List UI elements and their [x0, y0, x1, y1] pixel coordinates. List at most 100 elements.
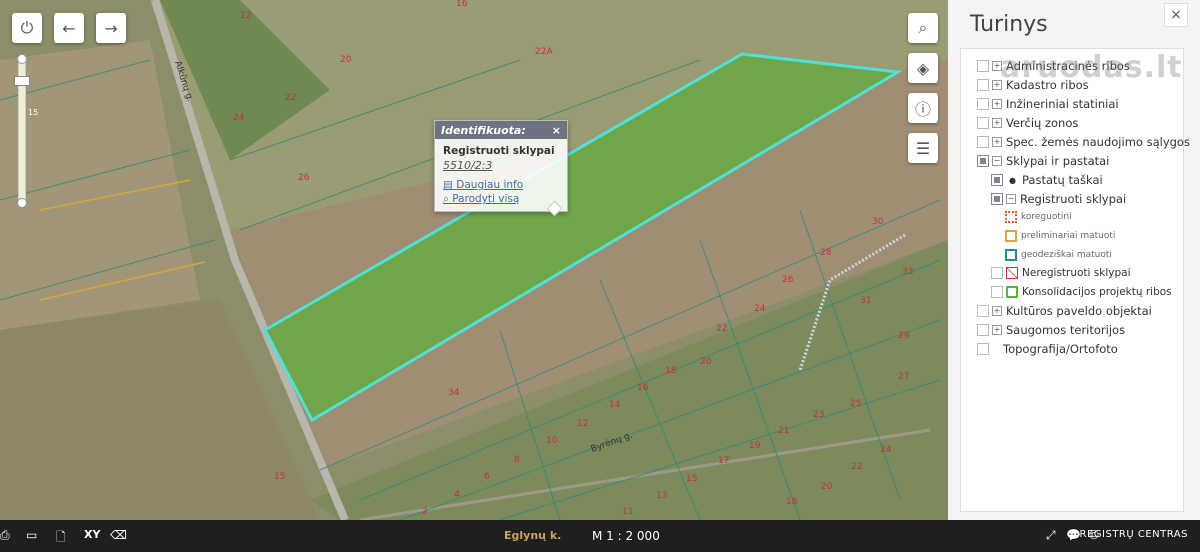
plot-label: 26 — [298, 173, 310, 183]
layer-item[interactable]: ● Pastatų taškai — [991, 173, 1103, 187]
expand-icon[interactable]: + — [992, 306, 1002, 316]
watermark: aruodas.lt — [1000, 50, 1183, 85]
layer-checkbox[interactable] — [977, 117, 989, 129]
layer-item[interactable]: + Kultūros paveldo objektai — [977, 304, 1152, 318]
plot-label: 15 — [274, 472, 285, 482]
layer-item[interactable]: + Verčių zonos — [977, 116, 1078, 130]
collapse-icon[interactable]: − — [992, 156, 1002, 166]
map-scale: M 1 : 2 000 — [592, 529, 660, 543]
layer-checkbox[interactable] — [977, 136, 989, 148]
layer-item[interactable]: Neregistruoti sklypai — [991, 267, 1131, 279]
layer-checkbox[interactable] — [977, 324, 989, 336]
identify-popup: Identifikuota: × Registruoti sklypai 551… — [434, 120, 568, 212]
expand-icon[interactable]: + — [992, 118, 1002, 128]
plot-label: 18 — [665, 366, 677, 376]
layer-item[interactable]: Topografija/Ortofoto — [977, 342, 1118, 356]
layer-checkbox[interactable] — [991, 286, 1003, 298]
map-view[interactable]: 12 16 20 22 22A 24 26 30 33 31 29 27 28 … — [0, 0, 948, 520]
back-button[interactable]: ← — [54, 13, 84, 43]
plot-label: 18 — [786, 497, 798, 507]
search-button[interactable]: ⌕ — [908, 13, 938, 43]
plot-label: 19 — [749, 441, 761, 451]
more-info-link[interactable]: ▤ Daugiau info — [443, 178, 559, 192]
plot-label: 25 — [850, 399, 861, 409]
plot-label: 12 — [240, 11, 251, 21]
layer-checkbox[interactable] — [977, 155, 989, 167]
search-icon: ⌕ — [918, 18, 928, 37]
layer-item[interactable]: + Spec. žemės naudojimo sąlygos — [977, 135, 1190, 149]
plot-label: 22 — [851, 462, 862, 472]
layer-item[interactable]: − Registruoti sklypai — [991, 192, 1126, 206]
zoom-out-dot[interactable] — [17, 198, 27, 208]
layer-checkbox[interactable] — [977, 305, 989, 317]
document-icon: ▤ — [443, 179, 457, 191]
print-icon[interactable]: ⎙ — [0, 528, 10, 543]
plot-label: 24 — [754, 304, 766, 314]
expand-icon[interactable]: + — [992, 137, 1002, 147]
forward-button[interactable]: → — [96, 13, 126, 43]
plot-label: 21 — [778, 426, 789, 436]
plot-label: 15 — [686, 474, 697, 484]
plot-label: 4 — [454, 490, 460, 500]
plot-label: 33 — [902, 267, 913, 277]
layer-item[interactable]: + Inžineriniai statiniai — [977, 97, 1119, 111]
collapse-icon[interactable]: − — [1006, 194, 1016, 204]
plot-label: 16 — [456, 0, 468, 9]
fullscreen-icon[interactable]: ⤢ — [1046, 528, 1056, 543]
power-button[interactable]: ⏻ — [12, 13, 42, 43]
panel-close-button[interactable]: × — [1164, 3, 1188, 27]
popup-header: Identifikuota: — [441, 123, 526, 137]
arrow-right-icon: → — [104, 18, 118, 38]
legend-swatch — [1005, 230, 1017, 242]
plot-label: 28 — [820, 248, 832, 258]
ruler-icon[interactable]: ▭ — [26, 528, 37, 542]
plot-label: 22 — [716, 324, 727, 334]
layer-checkbox[interactable] — [991, 193, 1003, 205]
expand-icon[interactable]: + — [992, 99, 1002, 109]
xy-coordinates-button[interactable]: XY — [84, 528, 100, 541]
plot-label: 20 — [700, 357, 712, 367]
add-document-icon[interactable]: 🗋 — [56, 528, 66, 549]
layer-item[interactable]: + Saugomos teritorijos — [977, 323, 1125, 337]
magnifier-icon: ⌕ — [443, 193, 453, 205]
layer-tree: + Administracinės ribos + Kadastro ribos +… — [960, 48, 1190, 512]
layer-checkbox[interactable] — [991, 267, 1003, 279]
eraser-icon[interactable]: ⌫ — [110, 528, 127, 542]
show-all-link[interactable]: ⌕ Parodyti visą — [443, 192, 559, 206]
plot-label: 26 — [782, 275, 794, 285]
parcel-number-link[interactable]: 5510/2:3 — [443, 159, 559, 172]
bottom-toolbar: ⎙ ▭ 🗋 XY ⌫ Eglynų k. M 1 : 2 000 ⤢ 💬 © R… — [0, 520, 1200, 552]
plot-label: 2 — [422, 507, 428, 517]
layers-button[interactable]: ◈ — [908, 53, 938, 83]
plot-label: 22 — [285, 93, 296, 103]
plot-label: 11 — [622, 507, 633, 517]
layer-checkbox[interactable] — [991, 174, 1003, 186]
plot-label: 30 — [872, 217, 884, 227]
plot-label: 17 — [718, 456, 729, 466]
plot-label: 16 — [637, 383, 649, 393]
plot-label: 31 — [860, 296, 871, 306]
plot-label: 24 — [233, 113, 245, 123]
plot-label: 23 — [813, 410, 824, 420]
info-button[interactable]: ⓘ — [908, 93, 938, 123]
plot-label: 20 — [821, 482, 833, 492]
layer-checkbox[interactable] — [977, 60, 989, 72]
plot-label: 29 — [898, 331, 910, 341]
zoom-handle[interactable] — [14, 76, 30, 86]
layer-checkbox[interactable] — [977, 343, 989, 355]
document-list-icon: ☰ — [915, 138, 931, 158]
legend-swatch — [1005, 211, 1017, 223]
plot-label: 13 — [656, 491, 667, 501]
zoom-in-dot[interactable] — [17, 54, 27, 64]
popup-close-button[interactable]: × — [552, 124, 561, 137]
expand-icon[interactable]: + — [992, 325, 1002, 335]
layer-item[interactable]: − Sklypai ir pastatai — [977, 154, 1109, 168]
layer-item[interactable]: Konsolidacijos projektų ribos — [991, 286, 1172, 298]
panel-title: Turinys — [970, 12, 1048, 37]
brand-label: REGISTRŲ CENTRAS — [1079, 529, 1188, 540]
layer-checkbox[interactable] — [977, 79, 989, 91]
legend-button[interactable]: ☰ — [908, 133, 938, 163]
layer-checkbox[interactable] — [977, 98, 989, 110]
plot-label: 27 — [898, 372, 909, 382]
place-name: Eglynų k. — [504, 529, 562, 542]
